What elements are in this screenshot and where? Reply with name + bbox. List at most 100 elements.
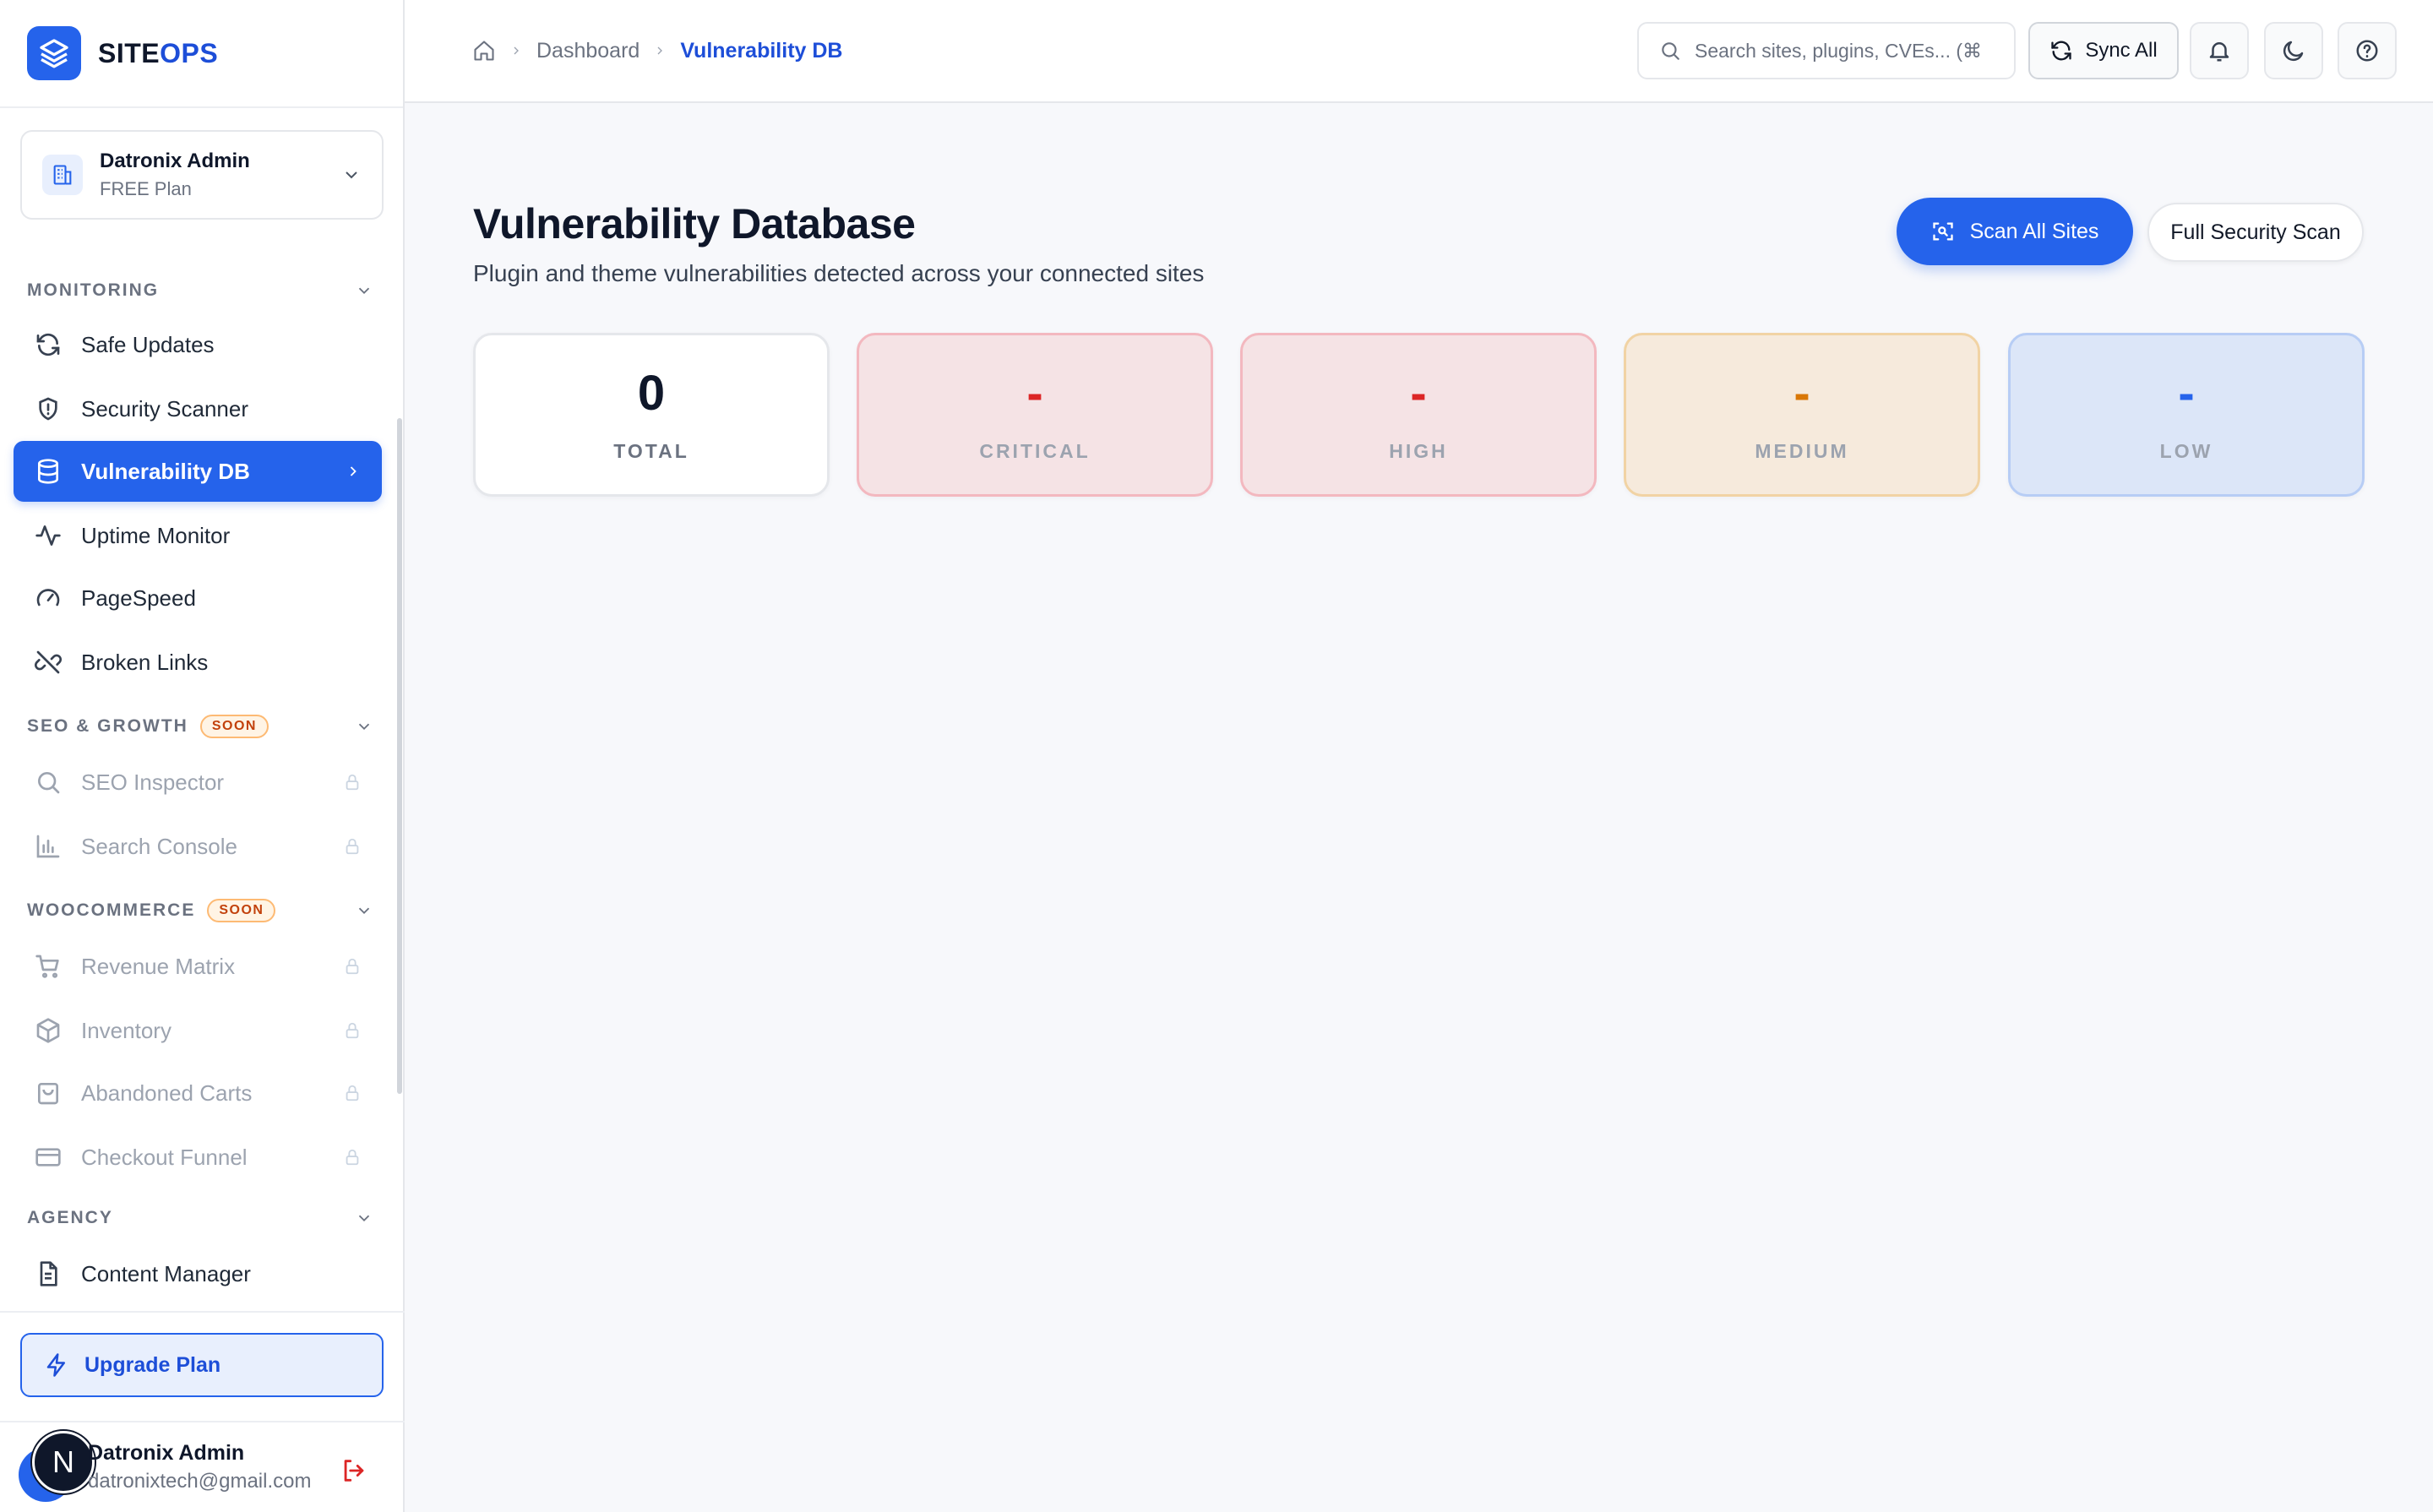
lightning-icon	[44, 1352, 69, 1378]
notifications-button[interactable]	[2190, 22, 2249, 79]
search-input[interactable]	[1695, 39, 1982, 63]
chevron-down-icon	[341, 165, 362, 185]
upgrade-area: Upgrade Plan	[0, 1311, 405, 1421]
sync-all-label: Sync All	[2085, 39, 2158, 62]
sidebar-item-search-console[interactable]: Search Console	[14, 816, 382, 877]
sidebar-item-inventory[interactable]: Inventory	[14, 1000, 382, 1061]
bag-icon	[34, 1079, 63, 1107]
help-button[interactable]	[2338, 22, 2397, 79]
sidebar-item-abandoned-carts[interactable]: Abandoned Carts	[14, 1063, 382, 1123]
full-security-scan-button[interactable]: Full Security Scan	[2147, 203, 2364, 262]
chevron-down-icon	[355, 1209, 373, 1227]
sidebar-item-security-scanner[interactable]: Security Scanner	[14, 378, 382, 439]
section-woocommerce[interactable]: WOOCOMMERCE SOON	[27, 894, 373, 927]
moon-icon	[2281, 38, 2306, 63]
full-security-scan-label: Full Security Scan	[2170, 220, 2341, 244]
user-email: datronixtech@gmail.com	[88, 1470, 312, 1493]
lock-icon	[343, 837, 362, 856]
chevron-down-icon	[355, 717, 373, 736]
cart-icon	[34, 952, 63, 981]
upgrade-plan-label: Upgrade Plan	[84, 1352, 221, 1377]
sidebar-item-label: SEO Inspector	[81, 769, 225, 795]
sidebar-item-label: Safe Updates	[81, 331, 215, 357]
breadcrumb-dashboard[interactable]: Dashboard	[536, 39, 640, 63]
workspace-name: Datronix Admin	[100, 150, 250, 172]
sidebar-item-seo-inspector[interactable]: SEO Inspector	[14, 752, 382, 813]
box-icon	[34, 1016, 63, 1045]
sidebar-item-label: PageSpeed	[81, 585, 196, 611]
sidebar-item-vulnerability-db[interactable]: Vulnerability DB	[14, 441, 382, 502]
section-title: MONITORING	[27, 280, 160, 300]
help-icon	[2354, 38, 2380, 63]
lock-icon	[343, 1021, 362, 1040]
sidebar-item-broken-links[interactable]: Broken Links	[14, 632, 382, 693]
building-icon	[42, 155, 83, 195]
breadcrumb-current: Vulnerability DB	[680, 38, 843, 63]
breadcrumb: Dashboard Vulnerability DB	[472, 35, 842, 66]
theme-toggle-button[interactable]	[2264, 22, 2323, 79]
sync-all-button[interactable]: Sync All	[2028, 22, 2179, 79]
section-monitoring[interactable]: MONITORING	[27, 274, 373, 307]
workspace-plan: FREE Plan	[100, 178, 192, 199]
logout-icon[interactable]	[340, 1456, 368, 1485]
user-profile: N Datronix Admin datronixtech@gmail.com	[0, 1421, 405, 1512]
scan-all-sites-button[interactable]: Scan All Sites	[1897, 198, 2133, 265]
sidebar-item-label: Abandoned Carts	[81, 1080, 253, 1106]
sidebar-item-uptime-monitor[interactable]: Uptime Monitor	[14, 505, 382, 566]
sidebar-item-label: Uptime Monitor	[81, 522, 231, 548]
home-icon[interactable]	[472, 39, 496, 63]
stat-card-critical: - CRITICAL	[857, 333, 1213, 497]
chevron-down-icon	[355, 901, 373, 920]
search-icon	[34, 768, 63, 797]
topbar: Dashboard Vulnerability DB Sync All	[405, 0, 2433, 103]
gauge-icon	[34, 584, 63, 612]
database-icon	[34, 457, 63, 486]
sidebar-item-label: Vulnerability DB	[81, 458, 250, 484]
stat-label: TOTAL	[613, 440, 689, 462]
stat-value: -	[1410, 366, 1427, 421]
sidebar-item-label: Broken Links	[81, 649, 209, 675]
refresh-icon	[2049, 39, 2073, 63]
soon-badge: SOON	[207, 899, 276, 922]
brand-name: SITEOPS	[98, 37, 219, 68]
stat-value: -	[1793, 366, 1810, 421]
sidebar-item-safe-updates[interactable]: Safe Updates	[14, 314, 382, 375]
stat-label: HIGH	[1389, 440, 1448, 462]
workspace-switcher[interactable]: Datronix Admin FREE Plan	[20, 130, 384, 220]
activity-icon	[34, 521, 63, 550]
shield-icon	[34, 394, 63, 423]
credit-card-icon	[34, 1143, 63, 1172]
stat-label: MEDIUM	[1755, 440, 1849, 462]
stat-card-low: - LOW	[2008, 333, 2365, 497]
section-title: AGENCY	[27, 1208, 113, 1227]
chevron-right-icon	[653, 44, 667, 57]
stat-value: 0	[637, 366, 666, 421]
chevron-right-icon	[509, 44, 523, 57]
lock-icon	[343, 1148, 362, 1167]
page-title: Vulnerability Database	[473, 200, 916, 247]
bar-chart-icon	[34, 832, 63, 861]
chevron-down-icon	[355, 281, 373, 300]
soon-badge: SOON	[199, 715, 269, 738]
sidebar-item-label: Security Scanner	[81, 395, 248, 422]
stat-card-high: - HIGH	[1240, 333, 1597, 497]
sidebar-item-checkout-funnel[interactable]: Checkout Funnel	[14, 1127, 382, 1188]
sidebar-scrollbar[interactable]	[397, 418, 402, 1094]
sidebar-item-content-manager[interactable]: Content Manager	[14, 1243, 382, 1304]
dev-tools-badge[interactable]: N	[32, 1431, 95, 1493]
search-box[interactable]	[1637, 22, 2016, 79]
section-agency[interactable]: AGENCY	[27, 1201, 373, 1235]
lock-icon	[343, 1084, 362, 1102]
chevron-right-icon	[345, 463, 362, 480]
section-title: WOOCOMMERCE	[27, 900, 196, 920]
sidebar-item-label: Search Console	[81, 833, 237, 859]
section-seo-growth[interactable]: SEO & GROWTH SOON	[27, 710, 373, 743]
lock-icon	[343, 957, 362, 976]
upgrade-plan-button[interactable]: Upgrade Plan	[20, 1333, 384, 1397]
lock-icon	[343, 773, 362, 791]
sidebar-item-label: Content Manager	[81, 1260, 251, 1286]
sidebar-item-pagespeed[interactable]: PageSpeed	[14, 568, 382, 628]
brand[interactable]: SITEOPS	[0, 0, 403, 108]
user-name: Datronix Admin	[88, 1441, 245, 1465]
sidebar-item-revenue-matrix[interactable]: Revenue Matrix	[14, 936, 382, 997]
